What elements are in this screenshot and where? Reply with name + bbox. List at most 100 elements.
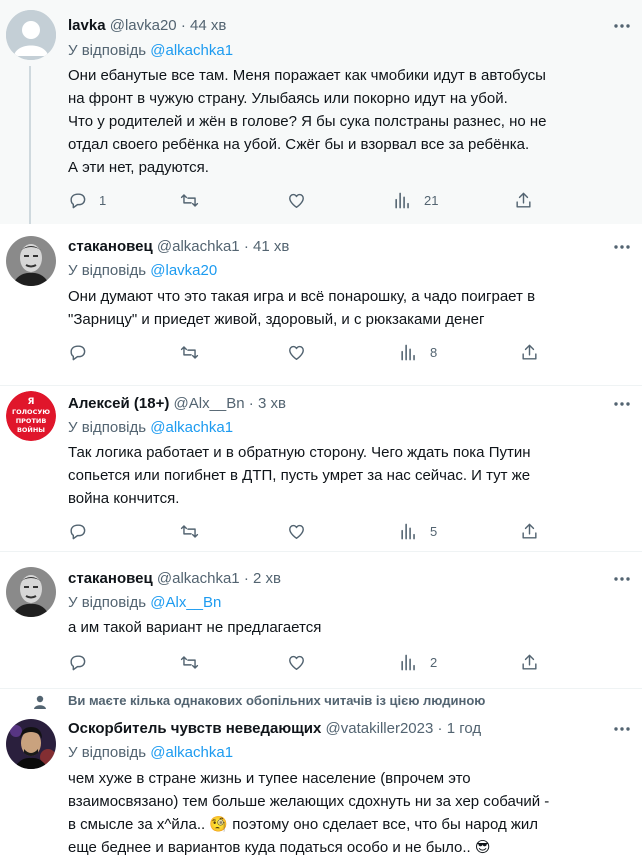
separator-dot: ·: [243, 238, 249, 255]
retweet-button[interactable]: [180, 521, 211, 541]
display-name[interactable]: lavka: [68, 17, 106, 34]
text-line: в смысле за х^йла.. 🧐 поэтому оно сделае…: [68, 816, 539, 833]
views-count: 8: [430, 344, 438, 360]
display-name[interactable]: Оскорбитель чувств неведающих: [68, 720, 321, 737]
like-button[interactable]: [287, 342, 318, 362]
more-icon[interactable]: [612, 237, 632, 257]
tweet-header: стакановец @alkachka1 · 41 хв: [68, 237, 289, 257]
text-line: на фронт в чужую страну. Улыбаясь или по…: [68, 90, 508, 107]
views-button[interactable]: 8: [399, 342, 437, 362]
badge-line: ГОЛОСУЮ: [12, 408, 50, 416]
user-handle[interactable]: @Alx__Bn: [174, 395, 245, 412]
retweet-button[interactable]: [180, 342, 211, 362]
avatar[interactable]: [6, 236, 56, 286]
views-button[interactable]: 2: [399, 652, 437, 672]
display-name[interactable]: стакановец: [68, 238, 153, 255]
reply-button[interactable]: [68, 652, 99, 672]
text-line: война кончится.: [68, 490, 180, 507]
like-button[interactable]: [287, 521, 318, 541]
text-line: А эти нет, радуются.: [68, 159, 209, 176]
text-line: сопьется или погибнет в ДТП, пусть умрет…: [68, 467, 531, 484]
badge-line: ВОЙНЫ: [17, 425, 45, 434]
separator-dot: ·: [243, 570, 249, 587]
text-line: еще беднее и вариантов куда податься осо…: [68, 839, 491, 856]
retweet-button[interactable]: [180, 652, 211, 672]
avatar[interactable]: [6, 567, 56, 617]
mention-link[interactable]: @lavka20: [150, 262, 217, 279]
timestamp[interactable]: 2 хв: [253, 570, 281, 587]
more-icon[interactable]: [612, 569, 632, 589]
reply-button[interactable]: 1: [68, 190, 106, 210]
timestamp[interactable]: 44 хв: [190, 17, 226, 34]
share-button[interactable]: [520, 521, 539, 541]
timestamp[interactable]: 3 хв: [258, 395, 286, 412]
portrait-avatar-icon: [6, 567, 56, 617]
like-button[interactable]: [287, 190, 318, 210]
user-handle[interactable]: @alkachka1: [157, 238, 240, 255]
user-handle[interactable]: @alkachka1: [157, 570, 240, 587]
text-line: Что у родителей и жён в голове? Я бы сук…: [68, 113, 547, 130]
text-line: "Зарницу" и приедет живой, здоровый, и с…: [68, 311, 485, 328]
views-button[interactable]: 5: [399, 521, 437, 541]
more-icon[interactable]: [612, 394, 632, 414]
reply-prefix: У відповідь: [68, 594, 147, 611]
mention-link[interactable]: @alkachka1: [150, 42, 233, 59]
text-line: чем хуже в стране жизнь и тупее населени…: [68, 770, 471, 787]
tweet-5[interactable]: Оскорбитель чувств неведающих @vatakille…: [0, 714, 642, 863]
reply-icon: [70, 192, 86, 208]
display-name[interactable]: Алексей (18+): [68, 395, 169, 412]
timestamp[interactable]: 1 год: [447, 720, 481, 737]
views-button[interactable]: 21: [393, 190, 438, 210]
avatar[interactable]: [6, 10, 56, 60]
retweet-icon: [180, 655, 199, 669]
action-bar: 1 21: [68, 190, 548, 210]
avatar[interactable]: [6, 719, 56, 769]
like-icon: [289, 524, 304, 539]
views-icon: [401, 523, 415, 539]
badge-letter: Я: [28, 397, 35, 407]
text-line: Так логика работает и в обратную сторону…: [68, 444, 531, 461]
avatar[interactable]: Я ГОЛОСУЮ ПРОТИВ ВОЙНЫ: [6, 391, 56, 441]
tweet-text: Так логика работает и в обратную сторону…: [68, 441, 628, 510]
mutual-followers-text: Ви маєте кілька однакових обопільних чит…: [68, 693, 486, 708]
tweet-text: чем хуже в стране жизнь и тупее населени…: [68, 767, 628, 859]
like-icon: [289, 655, 304, 670]
more-icon[interactable]: [612, 16, 632, 36]
reply-button[interactable]: [68, 521, 99, 541]
reply-prefix: У відповідь: [68, 744, 147, 761]
retweet-button[interactable]: [180, 190, 211, 210]
thread-line: [29, 66, 31, 224]
user-handle[interactable]: @vatakiller2023: [326, 720, 434, 737]
mutual-followers-notice: Ви маєте кілька однакових обопільних чит…: [0, 688, 642, 714]
display-name[interactable]: стакановец: [68, 570, 153, 587]
share-icon: [522, 654, 537, 670]
user-handle[interactable]: @lavka20: [110, 17, 177, 34]
share-button[interactable]: [520, 652, 539, 672]
mention-link[interactable]: @alkachka1: [150, 419, 233, 436]
timestamp[interactable]: 41 хв: [253, 238, 289, 255]
views-count: 2: [430, 654, 438, 670]
mention-link[interactable]: @alkachka1: [150, 744, 233, 761]
tweet-1[interactable]: lavka @lavka20 · 44 хв У відповідь @alka…: [0, 0, 642, 224]
tweet-3[interactable]: Я ГОЛОСУЮ ПРОТИВ ВОЙНЫ Алексей (18+) @Al…: [0, 385, 642, 551]
tweet-2[interactable]: стакановец @alkachka1 · 41 хв У відповід…: [0, 224, 642, 370]
share-icon: [522, 344, 537, 360]
tweet-header: lavka @lavka20 · 44 хв: [68, 16, 226, 36]
share-button[interactable]: [520, 342, 539, 362]
default-avatar-icon: [6, 10, 56, 60]
views-icon: [401, 654, 415, 670]
mention-link[interactable]: @Alx__Bn: [150, 594, 221, 611]
share-button[interactable]: [514, 190, 533, 210]
reply-prefix: У відповідь: [68, 262, 147, 279]
reply-button[interactable]: [68, 342, 99, 362]
tweet-header: Оскорбитель чувств неведающих @vatakille…: [68, 719, 481, 739]
separator-dot: ·: [248, 395, 254, 412]
dark-portrait-avatar-icon: [6, 719, 56, 769]
share-icon: [516, 192, 531, 208]
more-icon[interactable]: [612, 719, 632, 739]
badge-line: ПРОТИВ: [16, 417, 47, 425]
tweet-4[interactable]: стакановец @alkachka1 · 2 хв У відповідь…: [0, 551, 642, 681]
like-button[interactable]: [287, 652, 318, 672]
reply-prefix: У відповідь: [68, 42, 147, 59]
portrait-avatar-icon: [6, 236, 56, 286]
